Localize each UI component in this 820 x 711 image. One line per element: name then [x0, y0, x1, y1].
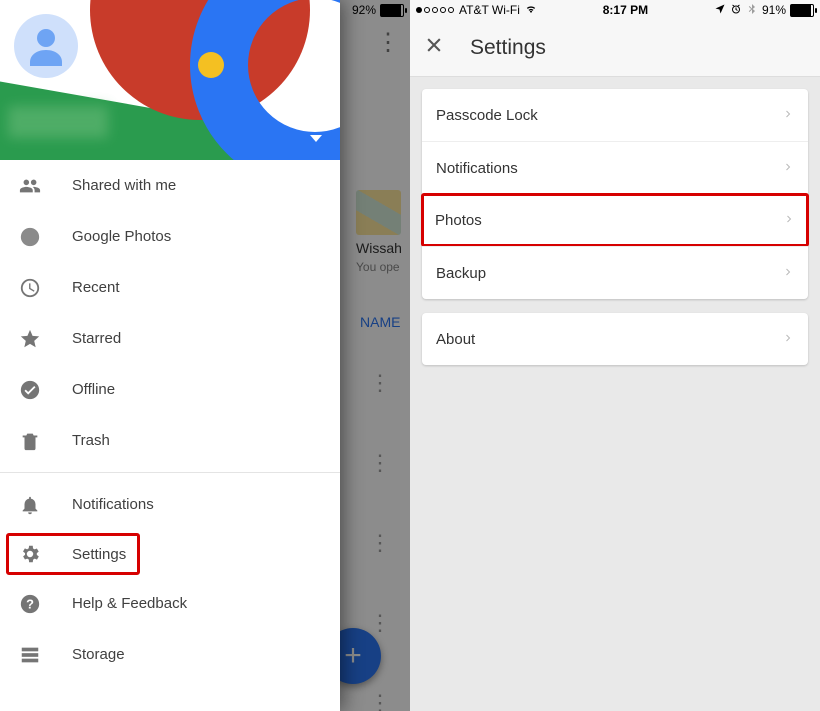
drawer-item-label: Shared with me [72, 177, 176, 194]
drawer-item-notifications[interactable]: Notifications [0, 479, 340, 530]
row-overflow-icon[interactable]: ⋮ [372, 448, 388, 478]
row-overflow-icon[interactable]: ⋮ [372, 528, 388, 558]
svg-text:?: ? [26, 596, 34, 611]
overflow-icon[interactable]: ⋮ [376, 38, 400, 48]
settings-row-about[interactable]: About [422, 313, 808, 365]
file-title: Wissah [356, 240, 410, 256]
bluetooth-icon [746, 3, 758, 18]
chevron-right-icon [782, 265, 794, 282]
signal-icon [416, 7, 454, 13]
row-overflow-icon[interactable]: ⋮ [372, 368, 388, 398]
drawer-item-starred[interactable]: Starred [0, 313, 340, 364]
drawer-item-google-photos[interactable]: Google Photos [0, 211, 340, 262]
account-name-redacted [8, 106, 108, 138]
storage-icon [18, 643, 42, 667]
drawer-item-label: Trash [72, 432, 110, 449]
trash-icon [18, 429, 42, 453]
drawer-item-label: Help & Feedback [72, 595, 187, 612]
clock-label: 8:17 PM [603, 3, 648, 17]
file-thumbnail[interactable] [356, 190, 401, 235]
row-label: Notifications [436, 160, 518, 177]
nav-drawer: Shared with me Google Photos Recent Star… [0, 0, 340, 711]
help-icon: ? [18, 592, 42, 616]
location-icon [714, 3, 726, 18]
row-overflow-icon[interactable]: ⋮ [372, 608, 388, 638]
photos-icon [18, 225, 42, 249]
battery-pct: 91% [762, 3, 786, 17]
battery-icon [790, 4, 814, 17]
recent-icon [18, 276, 42, 300]
sort-button[interactable]: NAME [360, 314, 400, 330]
settings-header: Settings [410, 20, 820, 77]
divider [0, 472, 340, 473]
page-title: Settings [470, 36, 546, 60]
carrier-label: AT&T Wi-Fi [459, 3, 520, 17]
chevron-right-icon [782, 160, 794, 177]
drawer-item-storage[interactable]: Storage [0, 629, 340, 680]
battery-icon [380, 4, 404, 17]
avatar[interactable] [14, 14, 78, 78]
decor-yellow [198, 52, 224, 78]
settings-row-backup[interactable]: Backup [422, 246, 808, 299]
account-caret-icon[interactable] [310, 135, 322, 142]
bell-icon [18, 493, 42, 517]
row-label: Passcode Lock [436, 107, 538, 124]
star-icon [18, 327, 42, 351]
settings-row-photos[interactable]: Photos [421, 193, 809, 247]
drawer-item-label: Recent [72, 279, 120, 296]
settings-body: Passcode Lock Notifications Photos Backu… [410, 77, 820, 391]
settings-group-2: About [422, 313, 808, 365]
chevron-right-icon [782, 331, 794, 348]
drawer-item-offline[interactable]: Offline [0, 364, 340, 415]
row-label: Photos [435, 212, 482, 229]
chevron-right-icon [783, 212, 795, 229]
file-meta[interactable]: Wissah You ope [356, 240, 410, 274]
drawer-menu: Shared with me Google Photos Recent Star… [0, 160, 340, 711]
drawer-item-shared[interactable]: Shared with me [0, 160, 340, 211]
drawer-item-recent[interactable]: Recent [0, 262, 340, 313]
drawer-item-label: Notifications [72, 496, 154, 513]
settings-row-passcode[interactable]: Passcode Lock [422, 89, 808, 141]
people-icon [18, 174, 42, 198]
settings-group-1: Passcode Lock Notifications Photos Backu… [422, 89, 808, 299]
drawer-item-trash[interactable]: Trash [0, 415, 340, 466]
drawer-item-label: Offline [72, 381, 115, 398]
alarm-icon [730, 3, 742, 18]
right-phone: AT&T Wi-Fi 8:17 PM 91% Settings [410, 0, 820, 711]
wifi-icon [525, 3, 537, 18]
drawer-item-label: Starred [72, 330, 121, 347]
battery-pct: 92% [352, 3, 376, 17]
left-phone: 92% ⋮ Wissah You ope NAME ⋮ ⋮ ⋮ ⋮ ⋮ + [0, 0, 410, 711]
file-subtitle: You ope [356, 260, 410, 274]
settings-row-notifications[interactable]: Notifications [422, 141, 808, 194]
drawer-item-settings[interactable]: Settings [6, 533, 140, 575]
drawer-item-label: Google Photos [72, 228, 171, 245]
drawer-item-label: Settings [72, 546, 126, 563]
gear-icon [18, 542, 42, 566]
row-label: Backup [436, 265, 486, 282]
row-overflow-icon[interactable]: ⋮ [372, 688, 388, 711]
drawer-item-help[interactable]: ? Help & Feedback [0, 578, 340, 629]
drawer-item-label: Storage [72, 646, 125, 663]
chevron-right-icon [782, 107, 794, 124]
offline-icon [18, 378, 42, 402]
status-bar-right: AT&T Wi-Fi 8:17 PM 91% [410, 0, 820, 20]
drawer-header[interactable] [0, 0, 340, 160]
row-label: About [436, 331, 475, 348]
close-icon[interactable] [424, 35, 444, 61]
